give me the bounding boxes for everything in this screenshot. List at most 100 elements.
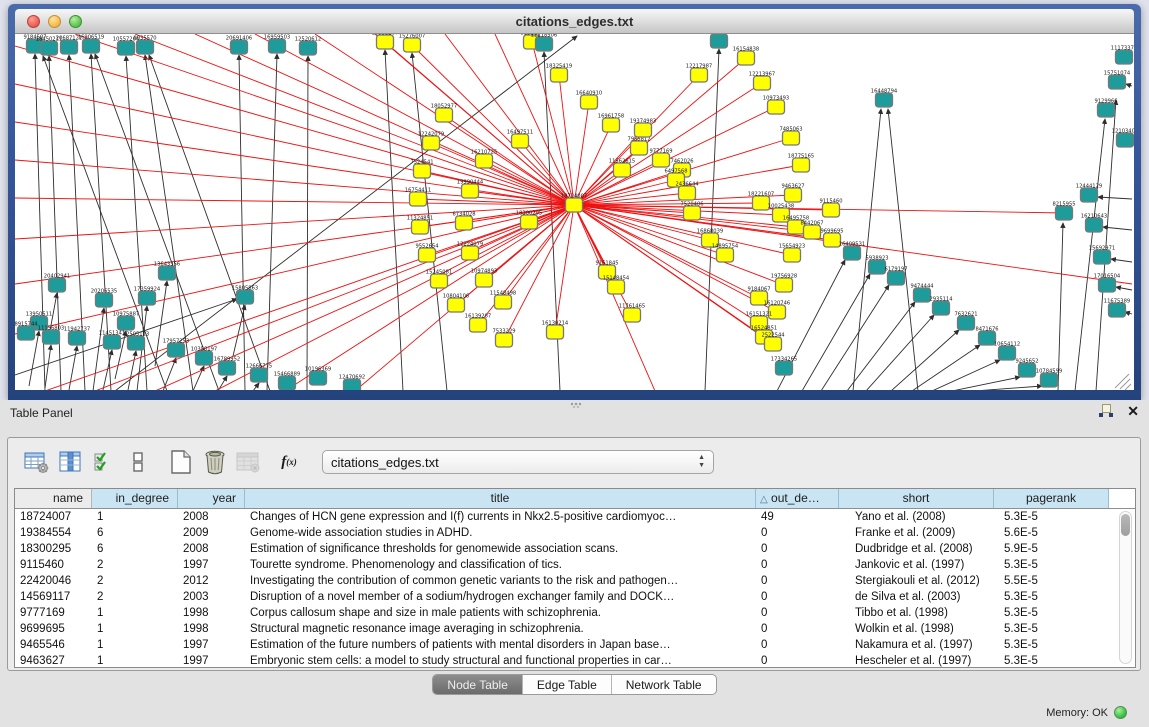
cell-name[interactable]: 22420046	[15, 573, 92, 589]
graph-node[interactable]: 17334265	[771, 357, 797, 376]
graph-node[interactable]: 2935114	[929, 297, 953, 316]
table-body[interactable]: 18724007 1 2008Changes of HCN gene express…	[15, 509, 1135, 669]
cell-name[interactable]: 9699695	[15, 621, 92, 637]
cell-pagerank[interactable]: 5.3E-5	[994, 621, 1109, 637]
graph-node[interactable]: 6179197	[884, 267, 907, 286]
graph-node[interactable]: 14895754	[712, 244, 739, 263]
column-header-pagerank[interactable]: pagerank	[994, 489, 1109, 508]
tab-network-table[interactable]: Network Table	[612, 675, 716, 694]
cell-year[interactable]: 1997	[178, 653, 245, 669]
table-row[interactable]: 1938455462009Genome-wide association stu…	[15, 525, 1135, 541]
cell-short[interactable]: Yano et al. (2008)	[839, 509, 994, 525]
graph-node[interactable]: 9552654	[415, 244, 439, 263]
cell-name[interactable]: 9465546	[15, 637, 92, 653]
table-row[interactable]: 969969511998Structural magnetic resonanc…	[15, 621, 1135, 637]
cell-out_degree[interactable]: 0	[756, 621, 839, 637]
graph-node[interactable]: 18325419	[546, 64, 572, 83]
cell-title[interactable]: Corpus callosum shape and size in male p…	[245, 605, 756, 621]
table-row[interactable]: 1830029562008Estimation of significance …	[15, 541, 1135, 557]
cell-pagerank[interactable]: 5.3E-5	[994, 637, 1109, 653]
close-icon[interactable]: ✕	[1127, 404, 1139, 418]
table-scrollbar[interactable]	[1119, 511, 1132, 664]
graph-node[interactable]: 11324851	[407, 216, 433, 235]
graph-node[interactable]: 11675389	[1104, 299, 1130, 318]
node-table[interactable]: namein_degreeyeartitle△ out_de…shortpage…	[14, 488, 1136, 668]
column-header-short[interactable]: short	[839, 489, 994, 508]
node-table-header[interactable]: namein_degreeyeartitle△ out_de…shortpage…	[15, 489, 1135, 509]
graph-node[interactable]: 8915744	[15, 322, 38, 341]
zoom-window-icon[interactable]	[69, 15, 82, 28]
graph-node[interactable]: 8215955	[1052, 202, 1075, 221]
graph-node[interactable]: 7955812	[627, 137, 650, 156]
graph-node[interactable]: 7485063	[779, 127, 802, 146]
table-row[interactable]: 946362711997Embryonic stem cells: a mode…	[15, 653, 1135, 669]
cell-title[interactable]: Disruption of a novel member of a sodium…	[245, 589, 756, 605]
cell-name[interactable]: 9115460	[15, 557, 92, 573]
cell-pagerank[interactable]: 5.3E-5	[994, 509, 1109, 525]
graph-node[interactable]: 10654112	[994, 342, 1020, 361]
cell-title[interactable]: Changes of HCN gene expression and I(f) …	[245, 509, 756, 525]
graph-node[interactable]: 16154838	[733, 47, 759, 66]
cell-pagerank[interactable]: 5.3E-5	[994, 589, 1109, 605]
cell-name[interactable]: 18724007	[15, 509, 92, 525]
column-header-in_degree[interactable]: in_degree	[92, 489, 178, 508]
graph-node[interactable]: 12213967	[749, 72, 775, 91]
graph-node[interactable]: 12505113	[123, 332, 149, 351]
cell-out_degree[interactable]: 49	[756, 509, 839, 525]
cell-title[interactable]: Tourette syndrome. Phenomenology and cla…	[245, 557, 756, 573]
graph-node[interactable]: 10974893	[471, 269, 497, 288]
graph-node[interactable]: 16961758	[598, 114, 624, 133]
panel-resize-handle[interactable]	[570, 402, 582, 409]
graph-node[interactable]: 11451341	[99, 331, 125, 350]
graph-node[interactable]: 11761465	[619, 304, 645, 323]
cell-pagerank[interactable]: 5.6E-5	[994, 525, 1109, 541]
cell-in_degree[interactable]: 1	[92, 605, 178, 621]
graph-node[interactable]: 16906519	[78, 35, 104, 54]
graph-node[interactable]: 11942737	[64, 327, 90, 346]
graph-node[interactable]: 20206535	[91, 289, 117, 308]
graph-node[interactable]: 16130214	[542, 321, 569, 340]
graph-node[interactable]: 12224079	[457, 242, 483, 261]
column-header-name[interactable]: name	[15, 489, 92, 508]
graph-node[interactable]: 12217987	[686, 64, 712, 83]
graph-node[interactable]: 15245081	[426, 270, 452, 289]
graph-node[interactable]: 7524541	[410, 160, 433, 179]
graph-node[interactable]: 9129966	[1094, 99, 1117, 118]
table-row[interactable]: 2242004622012Investigating the contribut…	[15, 573, 1135, 589]
graph-node[interactable]: 16959503	[264, 35, 290, 54]
graph-nodes[interactable]: 1872400791845071845021120687121169065191…	[15, 34, 1134, 390]
cell-year[interactable]: 2008	[178, 509, 245, 525]
cell-out_degree[interactable]: 0	[756, 573, 839, 589]
cell-name[interactable]: 14569117	[15, 589, 92, 605]
graph-node[interactable]: 7533229	[492, 329, 515, 348]
graph-node[interactable]: 10804106	[443, 294, 469, 313]
cell-short[interactable]: Stergiakouli et al. (2012)	[839, 573, 994, 589]
select-columns-icon[interactable]	[88, 446, 122, 478]
cell-pagerank[interactable]: 5.9E-5	[994, 541, 1109, 557]
table-scrollbar-thumb[interactable]	[1121, 514, 1130, 536]
cell-title[interactable]: Embryonic stem cells: a model to study s…	[245, 653, 756, 669]
cell-short[interactable]: Dudbridge et al. (2008)	[839, 541, 994, 557]
graph-node[interactable]: 16640910	[576, 91, 602, 110]
graph-node[interactable]: 9777169	[649, 149, 672, 168]
graph-node[interactable]: 19990444	[457, 180, 484, 199]
delete-column-icon[interactable]	[198, 446, 232, 478]
table-row[interactable]: 1456911722003Disruption of a novel membe…	[15, 589, 1135, 605]
graph-node[interactable]: 11173374	[1111, 46, 1134, 65]
cell-in_degree[interactable]: 2	[92, 573, 178, 589]
cell-short[interactable]: Tibbo et al. (1998)	[839, 605, 994, 621]
cell-short[interactable]: Franke et al. (2009)	[839, 525, 994, 541]
table-row[interactable]: 946554611997Estimation of the future num…	[15, 637, 1135, 653]
tab-edge-table[interactable]: Edge Table	[523, 675, 612, 694]
cell-year[interactable]: 1997	[178, 637, 245, 653]
cell-in_degree[interactable]: 1	[92, 653, 178, 669]
graph-node[interactable]: 12103405	[1112, 129, 1134, 148]
table-row[interactable]: 977716911998Corpus callosum shape and si…	[15, 605, 1135, 621]
graph-node[interactable]: 19374983	[630, 119, 656, 138]
graph-node[interactable]: 19756928	[771, 274, 797, 293]
table-row[interactable]: 1872400712008Changes of HCN gene express…	[15, 509, 1135, 525]
graph-node[interactable]: 15466889	[274, 372, 300, 391]
graph-node[interactable]: 9035570	[133, 36, 156, 55]
cell-out_degree[interactable]: 0	[756, 653, 839, 669]
graph-node[interactable]: 15276007	[399, 34, 425, 52]
